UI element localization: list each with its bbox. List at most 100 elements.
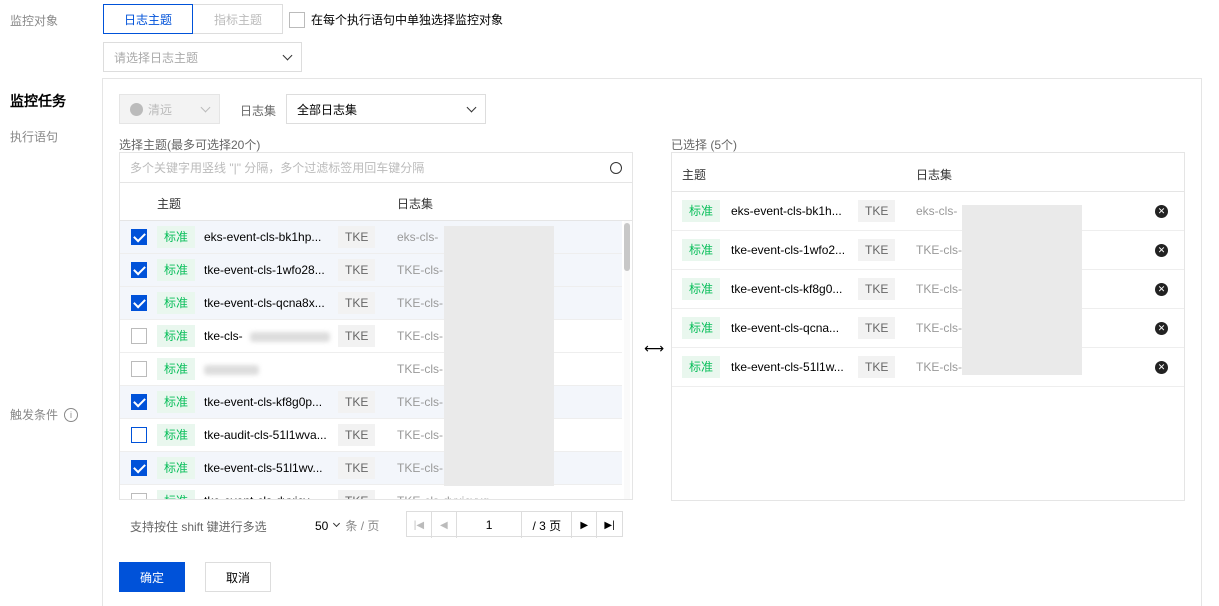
remove-icon[interactable]: ✕ <box>1155 322 1168 335</box>
tke-tag: TKE <box>858 356 896 378</box>
remove-icon[interactable]: ✕ <box>1155 205 1168 218</box>
row-checkbox[interactable] <box>131 262 147 278</box>
topic-search-box[interactable]: 多个关键字用竖线 "|" 分隔，多个过滤标签用回车键分隔 <box>120 153 632 183</box>
logset-name: TKE-cls- <box>397 362 443 376</box>
search-icon[interactable] <box>610 161 622 174</box>
logset-select-value: 全部日志集 <box>297 102 358 117</box>
logset-select[interactable]: 全部日志集 <box>286 94 486 124</box>
standard-tag: 标准 <box>682 356 721 378</box>
logset-name: TKE-cls- <box>397 296 443 310</box>
standard-tag: 标准 <box>682 200 721 222</box>
standard-tag: 标准 <box>682 317 721 339</box>
selected-row: 标准 tke-event-cls-1wfo2... TKE TKE-cls- ✕ <box>672 231 1184 270</box>
logset-name: TKE-cls-dyxjcvyq <box>397 494 489 499</box>
logset-name: TKE-cls- <box>397 428 443 442</box>
confirm-button[interactable]: 确定 <box>119 562 185 592</box>
topic-name: eks-event-cls-bk1h... <box>731 204 842 218</box>
next-page-button[interactable]: ▶ <box>572 512 598 538</box>
tke-tag: TKE <box>338 424 376 446</box>
standard-tag: 标准 <box>157 325 196 347</box>
per-statement-checkbox[interactable] <box>289 11 305 28</box>
prev-page-button[interactable]: ◀ <box>432 512 457 538</box>
tke-tag: TKE <box>858 317 896 339</box>
selected-row: 标准 tke-event-cls-qcna... TKE TKE-cls- ✕ <box>672 309 1184 348</box>
remove-icon[interactable]: ✕ <box>1155 361 1168 374</box>
tke-tag: TKE <box>338 490 376 499</box>
last-page-button[interactable]: ▶| <box>597 512 622 538</box>
standard-tag: 标准 <box>157 457 196 479</box>
standard-tag: 标准 <box>157 424 196 446</box>
cancel-button[interactable]: 取消 <box>205 562 271 592</box>
left-col-logset: 日志集 <box>397 197 434 211</box>
row-checkbox[interactable] <box>131 229 147 245</box>
topic-name: tke-event-cls-qcna8x... <box>204 296 325 310</box>
row-checkbox[interactable] <box>131 328 147 344</box>
topic-name: eks-event-cls-bk1hp... <box>204 230 322 244</box>
topic-name: tke-event-cls-1wfo28... <box>204 263 325 277</box>
trigger-condition-label: 触发条件 i <box>10 406 79 423</box>
chevron-down-icon <box>466 102 477 112</box>
logset-name: TKE-cls- <box>397 329 443 343</box>
right-col-logset: 日志集 <box>916 168 953 182</box>
row-checkbox[interactable] <box>131 394 147 410</box>
tke-tag: TKE <box>338 391 376 413</box>
remove-icon[interactable]: ✕ <box>1155 244 1168 257</box>
page-number-input[interactable]: 1 <box>457 512 523 538</box>
row-checkbox[interactable] <box>131 427 147 443</box>
page-size-select[interactable]: 50 条 / 页 <box>315 517 379 534</box>
row-checkbox[interactable] <box>131 295 147 311</box>
topic-search-input[interactable]: 多个关键字用竖线 "|" 分隔，多个过滤标签用回车键分隔 <box>130 159 424 176</box>
topic-name: tke-event-cls-kf8g0p... <box>204 395 323 409</box>
tke-tag: TKE <box>338 226 376 248</box>
left-col-topic: 主题 <box>157 197 182 211</box>
row-checkbox[interactable] <box>131 460 147 476</box>
remove-icon[interactable]: ✕ <box>1155 283 1168 296</box>
standard-tag: 标准 <box>682 239 721 261</box>
monitor-target-label: 监控对象 <box>10 14 59 28</box>
redacted-text <box>250 332 330 342</box>
exec-statement-label: 执行语句 <box>10 130 59 144</box>
left-panel-title: 选择主题(最多可选择20个) <box>119 138 261 152</box>
metric-topic-tab[interactable]: 指标主题 <box>194 5 282 33</box>
log-topic-tab[interactable]: 日志主题 <box>103 4 193 34</box>
region-select[interactable]: 清远 <box>119 94 220 124</box>
topic-name: tke-event-cls-1wfo2... <box>731 243 846 257</box>
left-scrollbar[interactable] <box>624 221 630 499</box>
chevron-down-icon <box>282 50 293 60</box>
logset-label: 日志集 <box>240 104 277 118</box>
logset-name: TKE-cls- <box>397 395 443 409</box>
redacted-text <box>204 365 259 375</box>
table-row[interactable]: 标准 tke-event-cls-dyxjcv... TKE TKE-cls-dyxj… <box>120 485 622 499</box>
standard-tag: 标准 <box>157 358 196 380</box>
left-scrollbar-thumb[interactable] <box>624 223 630 271</box>
trigger-condition-text: 触发条件 <box>10 408 59 422</box>
pagination-control: |◀ ◀ 1 / 3 页 ▶ ▶| <box>406 511 623 538</box>
topic-name: tke-event-cls-51l1w... <box>731 360 844 374</box>
tke-tag: TKE <box>338 259 376 281</box>
per-statement-checkbox-wrap[interactable]: 在每个执行语句中单独选择监控对象 <box>289 11 503 28</box>
log-topic-select-placeholder: 请选择日志主题 <box>114 50 199 65</box>
first-page-button[interactable]: |◀ <box>407 512 432 538</box>
page-size-unit: 条 / 页 <box>345 519 380 533</box>
tke-tag: TKE <box>858 278 896 300</box>
logset-name: TKE-cls- <box>397 263 443 277</box>
per-statement-checkbox-label: 在每个执行语句中单独选择监控对象 <box>311 13 504 27</box>
chevron-down-icon <box>200 102 211 112</box>
selected-row: 标准 eks-event-cls-bk1h... TKE eks-cls- ✕ <box>672 192 1184 231</box>
logset-name: TKE-cls- <box>916 321 962 335</box>
topic-name: tke-cls- <box>204 329 243 343</box>
right-table-header: 主题 日志集 <box>672 153 1184 192</box>
row-checkbox[interactable] <box>131 493 147 499</box>
log-topic-select[interactable]: 请选择日志主题 <box>103 42 302 72</box>
info-icon[interactable]: i <box>64 407 79 422</box>
standard-tag: 标准 <box>157 259 196 281</box>
row-checkbox[interactable] <box>131 361 147 377</box>
tke-tag: TKE <box>338 325 376 347</box>
tke-tag: TKE <box>338 292 376 314</box>
topic-name: tke-event-cls-dyxjcv... <box>204 494 318 499</box>
standard-tag: 标准 <box>157 490 196 499</box>
transfer-arrows-icon: ⟷ <box>644 340 665 356</box>
left-table-header: 主题 日志集 <box>120 183 632 221</box>
left-blur-column <box>444 226 554 486</box>
logset-name: TKE-cls- <box>916 360 962 374</box>
